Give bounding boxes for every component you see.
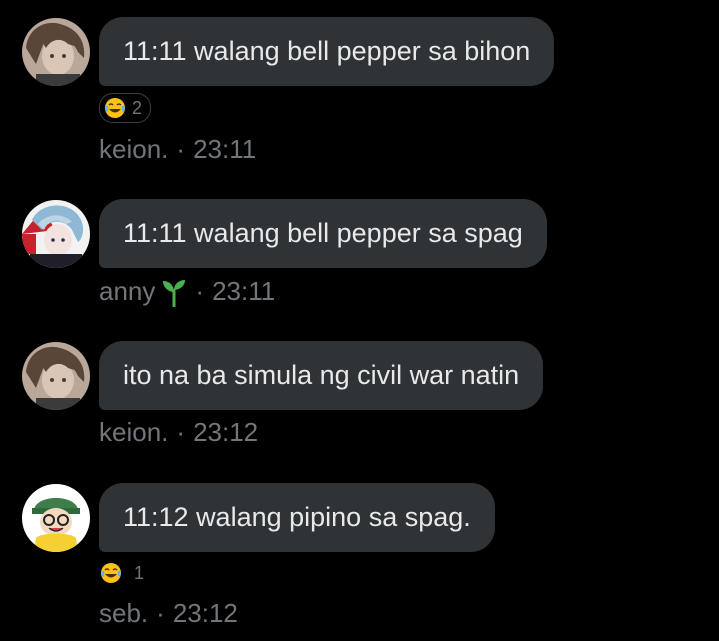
- seedling-icon: [163, 279, 186, 307]
- sender-name[interactable]: seb.: [99, 598, 148, 629]
- reaction-button[interactable]: 2: [99, 93, 152, 123]
- message-bubble[interactable]: 11:12 walang pipino sa spag.: [99, 483, 495, 552]
- reaction-button[interactable]: 1: [100, 559, 144, 587]
- message-meta: keion. · 23:11: [99, 134, 256, 165]
- avatar-keion[interactable]: [22, 342, 90, 410]
- face-with-tears-of-joy-icon: [101, 563, 121, 583]
- separator: ·: [156, 598, 165, 628]
- message-meta: anny · 23:11: [99, 276, 275, 307]
- message-bubble[interactable]: 11:11 walang bell pepper sa bihon: [99, 17, 555, 86]
- message-text: 11:12 walang pipino sa spag.: [123, 502, 471, 532]
- avatar-keion[interactable]: [22, 18, 90, 86]
- message-text: 11:11 walang bell pepper sa spag: [123, 218, 523, 248]
- avatar-image: [22, 18, 90, 86]
- message-meta: seb. · 23:12: [99, 598, 238, 629]
- message-text: 11:11 walang bell pepper sa bihon: [123, 36, 531, 66]
- message-bubble[interactable]: ito na ba simula ng civil war natin: [99, 341, 544, 410]
- timestamp: 23:11: [212, 276, 276, 306]
- separator: ·: [176, 417, 186, 447]
- timestamp: 23:12: [172, 598, 238, 628]
- reaction-count: 2: [132, 97, 143, 118]
- avatar-image: [22, 484, 90, 552]
- message-bubble[interactable]: 11:11 walang bell pepper sa spag: [99, 199, 547, 268]
- timestamp: 23:12: [193, 417, 259, 447]
- avatar-image: [22, 342, 90, 410]
- message-meta: keion. · 23:12: [99, 417, 258, 448]
- face-with-tears-of-joy-icon: [105, 98, 125, 118]
- separator: ·: [195, 276, 205, 306]
- avatar-anny[interactable]: [22, 200, 90, 268]
- reaction-count: 1: [134, 562, 145, 583]
- separator: ·: [176, 134, 186, 164]
- timestamp: 23:11: [193, 134, 257, 164]
- avatar-seb[interactable]: [22, 484, 90, 552]
- sender-name[interactable]: keion.: [99, 417, 168, 448]
- avatar-image: [22, 200, 90, 268]
- sender-name[interactable]: anny: [99, 276, 155, 307]
- sender-name[interactable]: keion.: [99, 134, 168, 165]
- message-text: ito na ba simula ng civil war natin: [123, 360, 520, 390]
